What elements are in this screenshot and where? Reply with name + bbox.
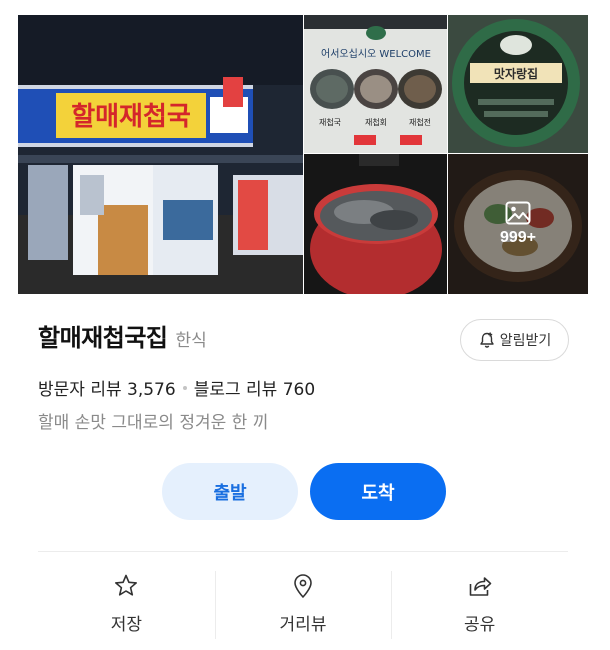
location-pin-icon — [294, 574, 312, 598]
image-icon — [505, 201, 531, 225]
menu-board-illustration: 어서오십시오 WELCOME 재첩국 재첩회 재첩전 — [304, 15, 447, 153]
storefront-illustration: 할매재첩국 — [18, 15, 303, 294]
photo-gallery: 할매재첩국 어서오십시오 WELCOME 재첩국 재첩회 재첩전 맛자랑집 99… — [18, 15, 588, 294]
place-name: 할매재첩국집 — [38, 324, 168, 352]
photo-award-badge[interactable]: 맛자랑집 — [448, 15, 588, 153]
share-icon — [469, 577, 491, 596]
bell-plus-icon — [480, 332, 494, 348]
photo-more[interactable]: 999+ — [448, 154, 588, 294]
street-view-label: 거리뷰 — [279, 615, 327, 635]
place-category: 한식 — [175, 331, 207, 351]
photo-count: 999+ — [499, 229, 537, 246]
action-bar: 저장 거리뷰 공유 — [38, 552, 568, 642]
street-view-button[interactable]: 거리뷰 — [214, 552, 392, 642]
photo-storefront[interactable]: 할매재첩국 — [18, 15, 303, 294]
separator-dot — [182, 385, 187, 390]
star-icon — [115, 574, 138, 596]
save-button[interactable]: 저장 — [38, 552, 215, 642]
place-header: 할매재첩국집 한식 — [38, 318, 207, 353]
save-label: 저장 — [110, 615, 142, 635]
basin-illustration — [304, 154, 447, 294]
more-photos-overlay[interactable]: 999+ — [448, 154, 588, 294]
depart-button[interactable]: 출발 — [162, 463, 298, 520]
visitor-review-count[interactable]: 방문자 리뷰 3,576 — [38, 375, 176, 400]
photo-clams-basin[interactable] — [304, 154, 447, 294]
share-button[interactable]: 공유 — [391, 552, 568, 642]
blog-review-count[interactable]: 블로그 리뷰 760 — [194, 375, 315, 400]
notify-button[interactable]: 알림받기 — [460, 319, 569, 361]
sign-text: 할매재첩국 — [71, 102, 191, 132]
badge-text: 맛자랑집 — [494, 66, 538, 81]
notify-label: 알림받기 — [499, 333, 552, 349]
badge-illustration: 맛자랑집 — [448, 15, 588, 153]
menu-item-text: 재첩회 — [365, 118, 387, 127]
welcome-text: 어서오십시오 WELCOME — [321, 48, 431, 60]
arrive-button[interactable]: 도착 — [310, 463, 446, 520]
review-summary: 방문자 리뷰 3,576 블로그 리뷰 760 — [38, 375, 315, 400]
photo-menu-welcome[interactable]: 어서오십시오 WELCOME 재첩국 재첩회 재첩전 — [304, 15, 447, 153]
share-label: 공유 — [464, 615, 496, 635]
menu-item-text: 재첩국 — [319, 118, 341, 127]
menu-item-text: 재첩전 — [409, 117, 431, 127]
place-description: 할매 손맛 그대로의 정겨운 한 끼 — [38, 413, 269, 433]
